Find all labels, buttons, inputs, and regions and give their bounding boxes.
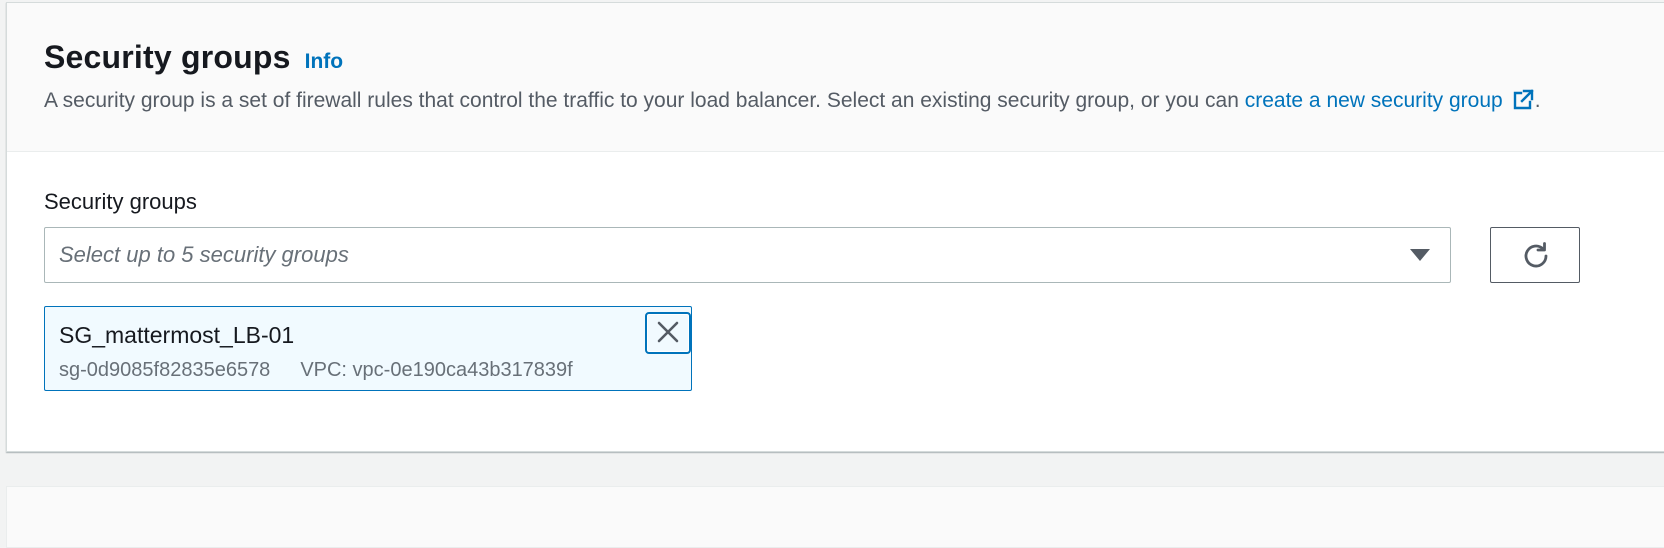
refresh-button[interactable] [1490,227,1580,283]
selected-security-group-token: SG_mattermost_LB-01 sg-0d9085f82835e6578… [44,306,692,391]
title-row: Security groups Info [44,39,343,76]
security-groups-field-label: Security groups [44,189,197,214]
panel-description: A security group is a set of firewall ru… [44,88,1541,113]
page-title: Security groups [44,39,291,75]
security-group-vpc: VPC: vpc-0e190ca43b317839f [300,359,573,381]
panel-header: Security groups Info A security group is… [7,3,1664,152]
external-link-icon[interactable] [1511,88,1535,112]
remove-security-group-button[interactable] [645,312,691,354]
security-group-details: sg-0d9085f82835e6578 VPC: vpc-0e190ca43b3… [59,359,573,382]
next-section-panel [6,486,1664,548]
security-group-name: SG_mattermost_LB-01 [59,322,295,348]
close-icon [657,321,679,343]
security-groups-select[interactable]: Select up to 5 security groups [44,227,1451,283]
security-groups-panel: Security groups Info A security group is… [6,2,1664,452]
select-placeholder: Select up to 5 security groups [59,242,349,267]
description-end: . [1534,89,1541,112]
description-text: A security group is a set of firewall ru… [44,89,1245,112]
create-security-group-link-label[interactable]: create a new security group [1245,89,1503,112]
refresh-icon [1524,242,1548,268]
caret-down-icon [1410,249,1430,261]
info-link[interactable]: Info [305,50,343,74]
create-security-group-link[interactable]: create a new security group [1245,89,1535,112]
security-group-id: sg-0d9085f82835e6578 [59,359,271,381]
